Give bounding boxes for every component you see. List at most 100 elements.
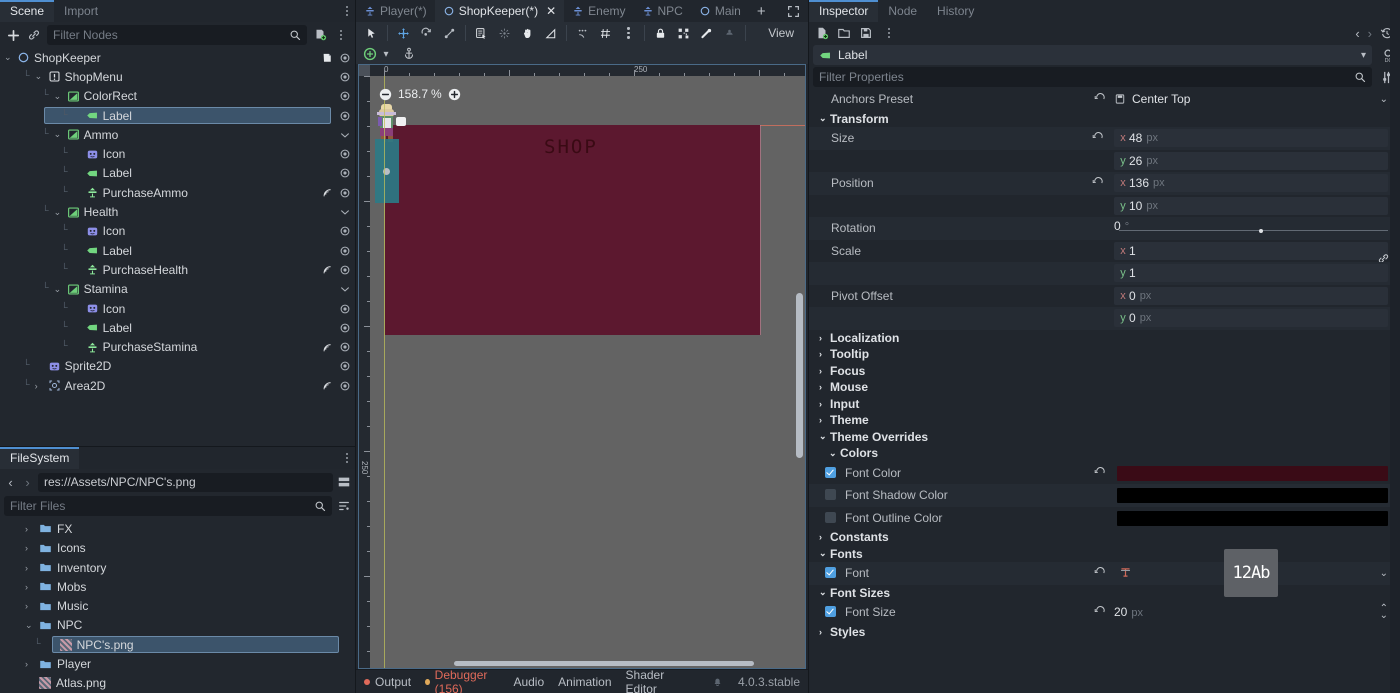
tree-expand-arrow[interactable]: › xyxy=(25,582,34,592)
visibility-toggle-icon[interactable] xyxy=(339,264,351,276)
filesystem-path-input[interactable]: res://Assets/NPC/NPC's.png xyxy=(38,472,333,492)
zoom-out-icon[interactable] xyxy=(379,88,392,101)
scene-tab-enemy[interactable]: Enemy xyxy=(564,0,633,22)
scale-tool-icon[interactable] xyxy=(438,22,461,44)
select-tool-icon[interactable] xyxy=(360,22,383,44)
property-section-input[interactable]: › Input xyxy=(809,396,1400,413)
tab-scene[interactable]: Scene xyxy=(0,0,55,22)
property-value-field[interactable]: x 0 px xyxy=(1114,286,1388,306)
signal-icon[interactable] xyxy=(322,380,333,391)
signal-icon[interactable] xyxy=(322,342,333,353)
ruler-tool-icon[interactable] xyxy=(539,22,562,44)
tree-expand-arrow[interactable]: › xyxy=(25,601,34,611)
visibility-toggle-icon[interactable] xyxy=(339,380,351,392)
section-toggle-arrow[interactable]: › xyxy=(819,532,827,542)
scene-panel-menu-icon[interactable] xyxy=(339,0,355,22)
pan-tool-icon[interactable] xyxy=(516,22,539,44)
tree-expand-arrow[interactable]: › xyxy=(25,563,34,573)
color-swatch[interactable] xyxy=(1117,510,1388,526)
property-section-fonts[interactable]: ⌄ Fonts xyxy=(809,546,1400,563)
section-toggle-arrow[interactable]: › xyxy=(819,349,827,359)
visibility-toggle-icon[interactable] xyxy=(339,225,351,237)
add-scene-tab-button[interactable]: + xyxy=(749,0,774,22)
property-size-y[interactable]: y 26 px xyxy=(809,150,1400,173)
property-section-transform[interactable]: ⌄ Transform xyxy=(809,111,1400,128)
property-pivot-offset-x[interactable]: Pivot Offset x 0 px xyxy=(809,285,1400,308)
property-value-field[interactable]: y 26 px xyxy=(1114,151,1388,171)
close-icon[interactable]: ✕ xyxy=(546,4,556,18)
filesystem-item-music[interactable]: › Music xyxy=(0,597,355,616)
inspector-options-icon[interactable] xyxy=(881,28,897,38)
filesystem-menu-icon[interactable] xyxy=(339,447,355,469)
scene-tree-item-icon[interactable]: └ Icon xyxy=(0,299,355,318)
property-section-colors[interactable]: ⌄ Colors xyxy=(809,445,1400,462)
property-section-styles[interactable]: › Styles xyxy=(809,624,1400,641)
chevron-down-icon[interactable]: ▾ xyxy=(380,49,392,60)
scene-tab-bar[interactable]: Player(*) ShopKeeper(*) ✕ Enemy NPC Main + xyxy=(356,0,808,22)
move-tool-icon[interactable] xyxy=(392,22,415,44)
property-value-field[interactable]: y1 xyxy=(1114,264,1388,283)
view-menu-button[interactable]: View xyxy=(758,26,804,40)
property-value-field[interactable]: y 0 px xyxy=(1114,309,1388,328)
revert-icon[interactable] xyxy=(1092,177,1104,189)
section-toggle-arrow[interactable]: ⌄ xyxy=(819,113,827,124)
section-toggle-arrow[interactable]: › xyxy=(819,415,827,425)
property-anchors-preset[interactable]: Anchors Preset Center Top ⌄ xyxy=(809,88,1400,111)
tree-expand-arrow[interactable]: ⌄ xyxy=(4,52,13,63)
tree-expand-arrow[interactable]: ⌄ xyxy=(25,620,34,631)
filesystem-item-player[interactable]: › Player xyxy=(0,654,355,673)
zoom-control[interactable]: 158.7 % xyxy=(379,87,461,101)
property-section-localization[interactable]: › Localization xyxy=(809,330,1400,347)
property-section-focus[interactable]: › Focus xyxy=(809,363,1400,380)
snap-options-icon[interactable] xyxy=(617,22,640,44)
property-value-field[interactable]: x1 xyxy=(1114,241,1389,263)
canvas-toolbar[interactable]: View xyxy=(356,22,808,44)
section-toggle-arrow[interactable]: ⌄ xyxy=(819,431,827,442)
scene-tree-item-icon[interactable]: └ Icon xyxy=(0,222,355,241)
tab-inspector[interactable]: Inspector xyxy=(809,0,879,22)
signal-icon[interactable] xyxy=(322,264,333,275)
font-preview-thumbnail[interactable]: 12Ab xyxy=(1224,549,1278,597)
visibility-toggle-icon[interactable] xyxy=(339,360,351,372)
scene-tab-player-[interactable]: Player(*) xyxy=(356,0,435,22)
tree-expand-arrow[interactable]: › xyxy=(25,543,34,553)
visibility-toggle-icon[interactable] xyxy=(339,148,351,160)
property-override-checkbox[interactable] xyxy=(825,489,836,501)
new-resource-icon[interactable] xyxy=(815,26,829,40)
visibility-toggle-icon[interactable] xyxy=(339,283,351,295)
property-font-shadow-color[interactable]: Font Shadow Color xyxy=(809,484,1400,507)
filesystem-item-mobs[interactable]: › Mobs xyxy=(0,577,355,596)
property-scale-y[interactable]: y1 xyxy=(809,262,1400,285)
scene-tree-item-health[interactable]: └ ⌄ Health xyxy=(0,202,355,221)
property-section-tooltip[interactable]: › Tooltip xyxy=(809,346,1400,363)
color-swatch[interactable] xyxy=(1117,488,1388,503)
filesystem-item-fx[interactable]: › FX xyxy=(0,519,355,538)
filesystem-item-inventory[interactable]: › Inventory xyxy=(0,558,355,577)
tree-expand-arrow[interactable]: › xyxy=(25,524,34,534)
property-font-color[interactable]: Font Color xyxy=(809,462,1400,485)
rotate-tool-icon[interactable] xyxy=(415,22,438,44)
tree-expand-arrow[interactable]: ⌄ xyxy=(35,71,44,82)
property-section-constants[interactable]: › Constants xyxy=(809,529,1400,546)
toggle-split-mode-icon[interactable] xyxy=(337,475,351,489)
filesystem-item-npc[interactable]: ⌄ NPC xyxy=(0,616,355,635)
visibility-toggle-icon[interactable] xyxy=(339,129,351,141)
property-position-x[interactable]: Position x 136 px xyxy=(809,172,1400,195)
scene-tree-item-label[interactable]: └ Label xyxy=(0,318,355,337)
tree-expand-arrow[interactable]: ⌄ xyxy=(54,91,63,102)
scene-tab-main[interactable]: Main xyxy=(691,0,749,22)
property-value-field[interactable]: Center Top ⌄ xyxy=(1114,90,1388,109)
filesystem-item-icons[interactable]: › Icons xyxy=(0,539,355,558)
scene-tree-item-purchaseammo[interactable]: └ PurchaseAmmo xyxy=(0,183,355,202)
snap-toggle-icon[interactable] xyxy=(571,22,594,44)
filter-properties-input[interactable]: Filter Properties xyxy=(813,67,1372,87)
section-toggle-arrow[interactable]: › xyxy=(819,333,827,343)
property-scale-x[interactable]: Scale x 1 xyxy=(809,240,1400,263)
lock-icon[interactable] xyxy=(649,22,672,44)
create-script-icon[interactable] xyxy=(313,28,327,42)
nav-back-icon[interactable]: ‹ xyxy=(4,475,17,490)
group-icon[interactable] xyxy=(672,22,695,44)
scene-tab-shopkeeper-[interactable]: ShopKeeper(*) ✕ xyxy=(434,0,565,22)
scene-tree-item-sprite2d[interactable]: └ Sprite2D xyxy=(0,357,355,376)
revert-icon[interactable] xyxy=(1094,466,1106,479)
